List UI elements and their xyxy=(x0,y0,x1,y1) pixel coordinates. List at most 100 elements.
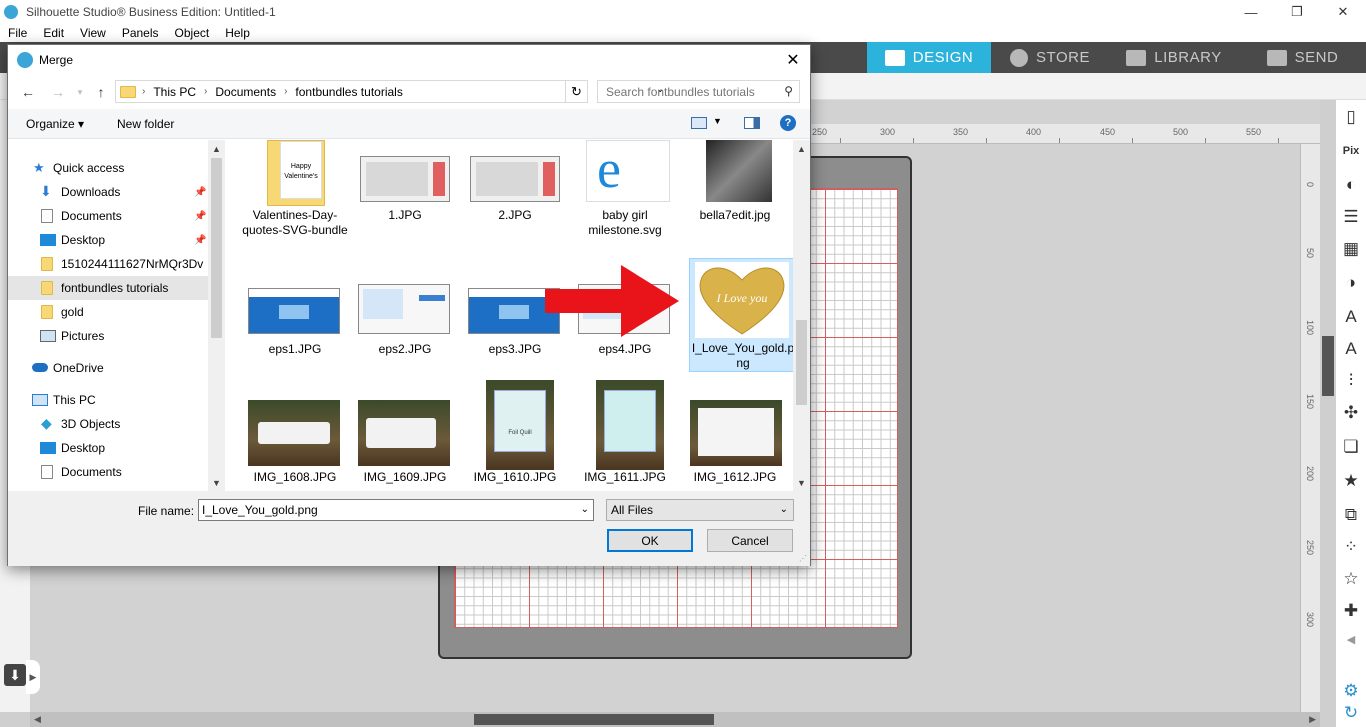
line-style-icon[interactable]: ☰ xyxy=(1340,206,1362,228)
file-item[interactable]: 2.JPG xyxy=(462,140,568,240)
nav-item-this-pc[interactable]: This PC xyxy=(8,388,208,412)
back-button[interactable]: ← xyxy=(18,83,38,101)
trace-icon[interactable]: ⁘ xyxy=(1340,536,1362,558)
scroll-down-icon[interactable]: ▼ xyxy=(212,478,221,488)
nav-item-3d-objects[interactable]: ◆ 3D Objects xyxy=(8,412,208,436)
address-bar[interactable]: › This PC › Documents › fontbundles tuto… xyxy=(115,80,664,103)
dialog-close-button[interactable]: ✕ xyxy=(776,45,810,75)
file-item[interactable]: IMG_1612.JPG xyxy=(682,380,788,490)
gradient-icon[interactable]: ◑ xyxy=(1340,272,1362,294)
recent-locations-icon[interactable]: ▾ xyxy=(70,83,90,101)
vertical-scroll-thumb[interactable] xyxy=(1322,336,1334,396)
horizontal-scroll-thumb[interactable] xyxy=(474,714,714,725)
nav-pane-scroll-thumb[interactable] xyxy=(211,158,222,338)
scroll-up-icon[interactable]: ▲ xyxy=(797,144,806,154)
text-style-icon[interactable]: A xyxy=(1340,306,1362,328)
folder-icon xyxy=(41,257,53,271)
settings-gear-icon[interactable]: ⚙ xyxy=(1340,680,1362,702)
fill-color-icon[interactable]: ◐ xyxy=(1340,174,1362,196)
organize-button[interactable]: Organize ▾ xyxy=(26,117,84,131)
menu-help[interactable]: Help xyxy=(217,26,258,40)
help-icon[interactable]: ? xyxy=(780,115,796,131)
replicate-icon[interactable]: ❏ xyxy=(1340,436,1362,458)
file-item[interactable]: Foil Quill IMG_1610.JPG xyxy=(462,380,568,490)
file-item[interactable]: eps2.JPG xyxy=(352,278,458,370)
nav-item-downloads[interactable]: ⬇ Downloads 📌 xyxy=(8,180,208,204)
menu-object[interactable]: Object xyxy=(167,26,218,40)
nav-item-fontbundles-tutorials[interactable]: fontbundles tutorials xyxy=(8,276,208,300)
view-dropdown-icon[interactable]: ▼ xyxy=(713,116,722,126)
sketch-icon[interactable]: A xyxy=(1340,338,1362,360)
file-item[interactable]: Happy Valentine's Valentines-Day-quotes-… xyxy=(242,140,348,258)
cancel-button[interactable]: Cancel xyxy=(707,529,793,552)
collapse-icon[interactable]: ◀ xyxy=(1340,628,1362,650)
file-item[interactable]: bella7edit.jpg xyxy=(682,140,788,240)
nav-item-documents[interactable]: Documents 📌 xyxy=(8,204,208,228)
file-list-scroll-thumb[interactable] xyxy=(796,320,807,405)
restore-button[interactable]: ❐ xyxy=(1274,0,1320,24)
preview-pane-icon[interactable] xyxy=(744,117,760,129)
tab-library[interactable]: LIBRARY xyxy=(1109,42,1239,73)
breadcrumb-documents[interactable]: Documents xyxy=(215,85,276,99)
import-icon[interactable]: ⬇ xyxy=(4,664,26,686)
menu-view[interactable]: View xyxy=(72,26,114,40)
file-item[interactable]: e baby girl milestone.svg xyxy=(572,140,678,240)
nav-item-folder[interactable]: 1510244111627NrMQr3Dv xyxy=(8,252,208,276)
tab-store[interactable]: STORE xyxy=(991,42,1109,73)
horizontal-scrollbar[interactable]: ◀ ▶ xyxy=(30,712,1320,727)
nav-item-pictures[interactable]: Pictures xyxy=(8,324,208,348)
breadcrumb-fontbundles-tutorials[interactable]: fontbundles tutorials xyxy=(295,85,402,99)
resize-grip-icon[interactable]: ⋰ xyxy=(799,554,807,563)
nesting-icon[interactable]: ★ xyxy=(1340,470,1362,492)
search-icon[interactable]: ⚲ xyxy=(784,84,793,98)
file-item-selected[interactable]: I Love you I_Love_You_gold.png xyxy=(689,258,795,372)
ok-button[interactable]: OK xyxy=(607,529,693,552)
file-name-dropdown-icon[interactable]: ⌄ xyxy=(581,504,589,515)
expand-panel-button[interactable]: ▶ xyxy=(26,660,40,694)
close-button[interactable]: ✕ xyxy=(1320,0,1366,24)
menu-file[interactable]: File xyxy=(0,26,35,40)
file-name-input[interactable] xyxy=(199,500,569,520)
nav-item-desktop[interactable]: Desktop xyxy=(8,436,208,460)
nav-item-documents[interactable]: Documents xyxy=(8,460,208,484)
scroll-up-icon[interactable]: ▲ xyxy=(212,144,221,154)
transform-icon[interactable]: ✣ xyxy=(1340,402,1362,424)
menu-edit[interactable]: Edit xyxy=(35,26,72,40)
nav-item-gold[interactable]: gold xyxy=(8,300,208,324)
tab-design[interactable]: DESIGN xyxy=(867,42,991,73)
scroll-right-icon[interactable]: ▶ xyxy=(1309,714,1316,725)
pixscan-icon[interactable]: Pix xyxy=(1340,140,1362,162)
nav-item-desktop[interactable]: Desktop 📌 xyxy=(8,228,208,252)
nav-item-quick-access[interactable]: ★ Quick access xyxy=(8,156,208,180)
up-button[interactable]: ↑ xyxy=(91,83,111,101)
view-options-icon[interactable] xyxy=(691,117,707,129)
breadcrumb-this-pc[interactable]: This PC xyxy=(153,85,196,99)
new-folder-button[interactable]: New folder xyxy=(117,117,174,131)
refresh-icon[interactable]: ↻ xyxy=(566,80,588,103)
file-item[interactable]: IMG_1609.JPG xyxy=(352,380,458,490)
nav-item-onedrive[interactable]: OneDrive xyxy=(8,356,208,380)
align-icon[interactable]: ⫶ xyxy=(1340,370,1362,392)
file-item[interactable]: eps1.JPG xyxy=(242,278,348,370)
sync-icon[interactable]: ↻ xyxy=(1340,702,1362,724)
page-setup-icon[interactable]: ▯ xyxy=(1340,106,1362,128)
nav-pane-scrollbar[interactable]: ▲ ▼ xyxy=(208,140,225,491)
file-item[interactable]: IMG_1608.JPG xyxy=(242,380,348,490)
scroll-down-icon[interactable]: ▼ xyxy=(797,478,806,488)
dialog-titlebar: Merge ✕ xyxy=(8,45,810,75)
file-item[interactable]: 1.JPG xyxy=(352,140,458,240)
menu-panels[interactable]: Panels xyxy=(114,26,167,40)
scroll-left-icon[interactable]: ◀ xyxy=(34,714,41,725)
file-item[interactable]: IMG_1611.JPG xyxy=(572,380,678,490)
fill-pattern-icon[interactable]: ▦ xyxy=(1340,238,1362,260)
puzzle-icon[interactable]: ✚ xyxy=(1340,600,1362,622)
tab-send[interactable]: SEND xyxy=(1239,42,1366,73)
favorites-icon[interactable]: ☆ xyxy=(1340,568,1362,590)
forward-button[interactable]: → xyxy=(48,83,68,101)
modify-icon[interactable]: ⧉ xyxy=(1340,504,1362,526)
vertical-scrollbar[interactable] xyxy=(1320,100,1336,727)
file-list-scrollbar[interactable]: ▲ ▼ xyxy=(793,140,810,491)
file-type-select[interactable]: All Files ⌄ xyxy=(606,499,794,521)
search-input[interactable] xyxy=(598,81,778,102)
minimize-button[interactable]: — xyxy=(1228,0,1274,24)
